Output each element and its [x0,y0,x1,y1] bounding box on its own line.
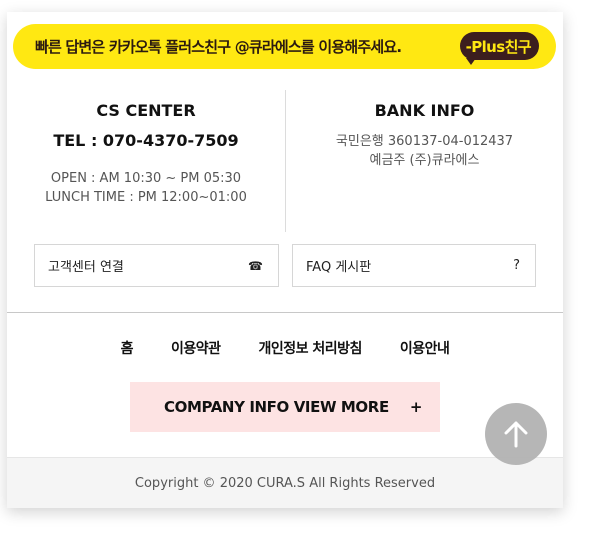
scroll-to-top-button[interactable] [485,403,547,465]
faq-board-button[interactable]: FAQ 게시판 ? [292,244,536,287]
cs-center-hours: OPEN : AM 10:30 ~ PM 05:30 LUNCH TIME : … [7,169,285,207]
phone-icon: ☎ [248,258,263,273]
cs-connect-label: 고객센터 연결 [48,260,124,275]
cs-center-section: CS CENTER TEL : 070-4370-7509 OPEN : AM … [7,100,285,207]
plus-icon: + [409,398,423,416]
company-info-more-button[interactable]: COMPANY INFO VIEW MORE + [130,382,440,432]
plus-badge-label: -Plus친구 [465,37,532,56]
kakao-plus-friend-banner[interactable]: 빠른 답변은 카카오톡 플러스친구 @큐라에스를 이용해주세요. -Plus친구 [13,24,556,69]
bank-account: 국민은행 360137-04-012437 [335,134,514,149]
cs-center-tel[interactable]: TEL : 070-4370-7509 [7,130,285,152]
bank-details: 국민은행 360137-04-012437 예금주 (주)큐라에스 [286,132,563,170]
faq-label: FAQ 게시판 [306,260,372,275]
footer-nav-privacy[interactable]: 개인정보 처리방침 [239,338,380,358]
bank-info-title: BANK INFO [374,101,475,120]
section-divider [7,312,563,313]
open-hours: OPEN : AM 10:30 ~ PM 05:30 [50,171,242,186]
footer-nav: 홈 이용약관 개인정보 처리방침 이용안내 [7,338,563,358]
footer-nav-guide[interactable]: 이용안내 [381,338,469,358]
company-info-more-label: COMPANY INFO VIEW MORE [164,398,389,416]
question-icon: ? [513,258,520,273]
cs-connect-button[interactable]: 고객센터 연결 ☎ [34,244,279,287]
kakao-banner-message: 빠른 답변은 카카오톡 플러스친구 @큐라에스를 이용해주세요. [35,38,402,56]
kakao-plus-friend-badge[interactable]: -Plus친구 [459,32,539,65]
bank-holder: 예금주 (주)큐라에스 [369,153,480,168]
lunch-time: LUNCH TIME : PM 12:00~01:00 [45,190,247,205]
cs-center-title: CS CENTER [96,101,196,120]
bank-info-section: BANK INFO 국민은행 360137-04-012437 예금주 (주)큐… [286,100,563,170]
copyright-text: Copyright © 2020 CURA.S All Rights Reser… [134,475,436,491]
footer-nav-terms[interactable]: 이용약관 [152,338,240,358]
footer-card: 빠른 답변은 카카오톡 플러스친구 @큐라에스를 이용해주세요. -Plus친구… [7,12,563,508]
speech-bubble-tail-icon [465,58,476,65]
copyright-bar: Copyright © 2020 CURA.S All Rights Reser… [7,457,563,508]
arrow-up-icon [504,421,528,448]
footer-nav-home[interactable]: 홈 [102,338,152,358]
